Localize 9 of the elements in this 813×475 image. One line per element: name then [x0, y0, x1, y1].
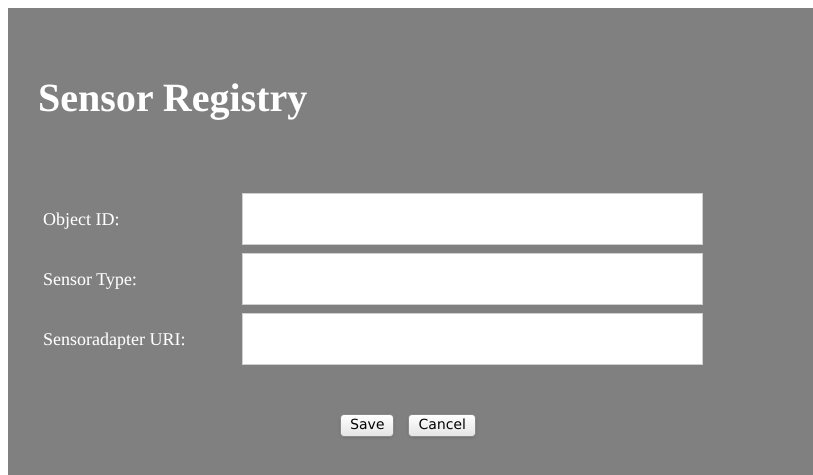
page-title: Sensor Registry [38, 74, 308, 122]
input-field[interactable] [242, 193, 703, 245]
input-field[interactable] [242, 253, 703, 305]
action-button[interactable]: Save [340, 414, 394, 437]
action-button[interactable]: Cancel [408, 414, 476, 437]
field-label: Object ID: [42, 208, 120, 231]
field-label: Sensoradapter URI: [42, 328, 186, 351]
field-label: Sensor Type: [42, 268, 138, 291]
input-field[interactable] [242, 313, 703, 365]
